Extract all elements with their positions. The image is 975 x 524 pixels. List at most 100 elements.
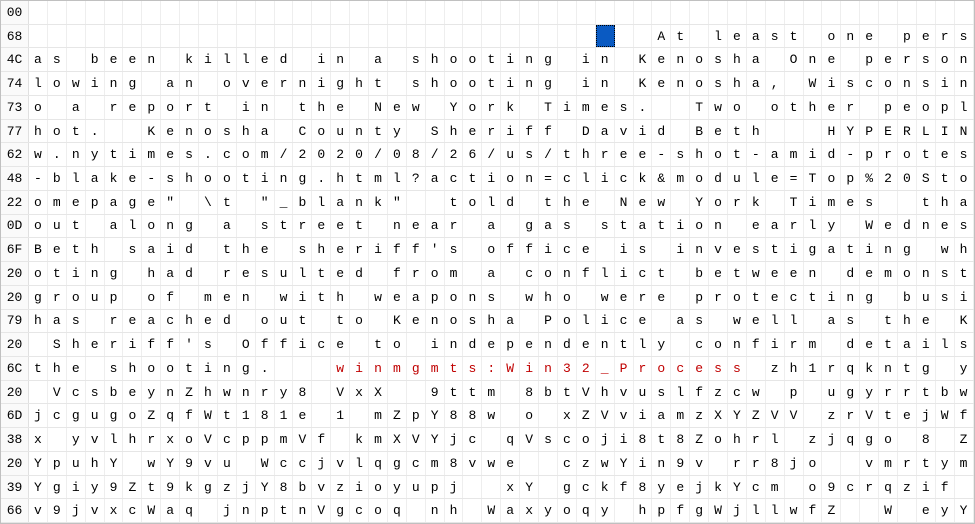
hex-cell[interactable]: P <box>539 310 558 333</box>
hex-cell[interactable]: n <box>671 48 690 71</box>
hex-cell[interactable]: l <box>237 48 256 71</box>
hex-cell[interactable] <box>671 333 690 356</box>
hex-cell[interactable]: h <box>728 72 747 95</box>
hex-cell[interactable]: 0 <box>898 167 917 190</box>
hex-cell[interactable]: p <box>860 48 879 71</box>
hex-cell[interactable]: u <box>728 167 747 190</box>
hex-cell[interactable]: g <box>237 357 256 380</box>
hex-cell[interactable] <box>180 25 199 48</box>
hex-cell[interactable]: C <box>293 120 312 143</box>
hex-cell[interactable] <box>520 452 539 475</box>
hex-cell[interactable] <box>350 333 369 356</box>
hex-cell[interactable] <box>331 1 350 24</box>
hex-cell[interactable]: w <box>142 452 161 475</box>
hex-cell[interactable]: 2 <box>331 143 350 166</box>
hex-cell[interactable]: o <box>29 262 48 285</box>
hex-cell[interactable]: v <box>690 452 709 475</box>
hex-cell[interactable]: n <box>180 120 199 143</box>
hex-cell[interactable] <box>407 191 426 214</box>
hex-cell[interactable]: l <box>67 167 86 190</box>
hex-cell[interactable]: e <box>634 143 653 166</box>
hex-cell[interactable]: o <box>445 72 464 95</box>
hex-cell[interactable] <box>652 1 671 24</box>
hex-cell[interactable]: i <box>917 333 936 356</box>
hex-cell[interactable]: i <box>312 48 331 71</box>
hex-cell[interactable]: H <box>822 120 841 143</box>
hex-cell[interactable]: i <box>67 262 86 285</box>
hex-cell[interactable]: t <box>766 238 785 261</box>
hex-cell[interactable] <box>369 262 388 285</box>
hex-cell[interactable]: t <box>105 143 124 166</box>
hex-cell[interactable]: h <box>785 357 804 380</box>
hex-cell[interactable]: a <box>48 310 67 333</box>
hex-cell[interactable] <box>804 25 823 48</box>
hex-cell[interactable]: e <box>293 404 312 427</box>
hex-cell[interactable]: d <box>841 262 860 285</box>
hex-cell[interactable]: m <box>369 404 388 427</box>
hex-cell[interactable] <box>275 1 294 24</box>
hex-cell[interactable]: Y <box>426 428 445 451</box>
hex-cell[interactable]: h <box>86 238 105 261</box>
hex-cell[interactable]: . <box>634 96 653 119</box>
hex-cell[interactable] <box>596 238 615 261</box>
hex-cell[interactable]: o <box>445 286 464 309</box>
hex-cell[interactable]: n <box>917 262 936 285</box>
hex-cell[interactable]: o <box>558 286 577 309</box>
hex-cell[interactable]: c <box>558 238 577 261</box>
hex-cell[interactable]: n <box>105 72 124 95</box>
hex-cell[interactable]: w <box>747 381 766 404</box>
hex-cell[interactable]: i <box>822 286 841 309</box>
hex-cell[interactable]: A <box>652 25 671 48</box>
hex-cell[interactable]: o <box>804 452 823 475</box>
hex-cell[interactable]: p <box>785 381 804 404</box>
hex-cell[interactable]: a <box>634 215 653 238</box>
hex-cell[interactable]: e <box>123 310 142 333</box>
hex-cell[interactable] <box>841 215 860 238</box>
hex-cell[interactable]: o <box>199 167 218 190</box>
hex-cell[interactable]: t <box>615 215 634 238</box>
hex-cell[interactable] <box>558 25 577 48</box>
hex-cell[interactable] <box>615 25 634 48</box>
hex-cell[interactable]: m <box>388 357 407 380</box>
hex-cell[interactable]: w <box>596 286 615 309</box>
hex-cell[interactable]: Y <box>615 452 634 475</box>
hex-cell[interactable]: s <box>728 357 747 380</box>
hex-cell[interactable]: g <box>123 191 142 214</box>
hex-cell[interactable]: d <box>558 333 577 356</box>
hex-cell[interactable]: f <box>747 333 766 356</box>
hex-cell[interactable]: r <box>350 238 369 261</box>
hex-cell[interactable]: e <box>237 262 256 285</box>
hex-cell[interactable]: n <box>841 286 860 309</box>
hex-cell[interactable]: p <box>256 428 275 451</box>
hex-cell[interactable]: a <box>86 167 105 190</box>
hex-cell[interactable]: o <box>558 310 577 333</box>
hex-cell[interactable]: i <box>482 167 501 190</box>
hex-cell[interactable]: c <box>690 333 709 356</box>
hex-cell[interactable] <box>860 96 879 119</box>
hex-cell[interactable] <box>180 1 199 24</box>
hex-cell[interactable]: t <box>369 120 388 143</box>
hex-cell[interactable]: i <box>634 120 653 143</box>
hex-cell[interactable]: o <box>463 72 482 95</box>
hex-cell[interactable]: c <box>218 143 237 166</box>
hex-cell[interactable]: o <box>709 428 728 451</box>
hex-cell[interactable]: k <box>634 167 653 190</box>
hex-cell[interactable]: t <box>29 357 48 380</box>
hex-cell[interactable]: p <box>841 167 860 190</box>
hex-cell[interactable]: o <box>369 476 388 499</box>
hex-cell[interactable] <box>161 48 180 71</box>
hex-cell[interactable]: t <box>142 476 161 499</box>
hex-cell[interactable]: u <box>917 286 936 309</box>
hex-cell[interactable]: u <box>218 452 237 475</box>
hex-cell[interactable]: c <box>577 476 596 499</box>
hex-cell[interactable]: t <box>917 452 936 475</box>
hex-cell[interactable]: h <box>312 96 331 119</box>
hex-cell[interactable]: a <box>747 72 766 95</box>
hex-cell[interactable]: o <box>898 262 917 285</box>
hex-cell[interactable]: . <box>199 143 218 166</box>
hex-cell[interactable] <box>671 262 690 285</box>
hex-cell[interactable]: b <box>898 286 917 309</box>
hex-cell[interactable]: f <box>936 476 955 499</box>
hex-cell[interactable]: w <box>275 286 294 309</box>
hex-cell[interactable]: h <box>142 262 161 285</box>
